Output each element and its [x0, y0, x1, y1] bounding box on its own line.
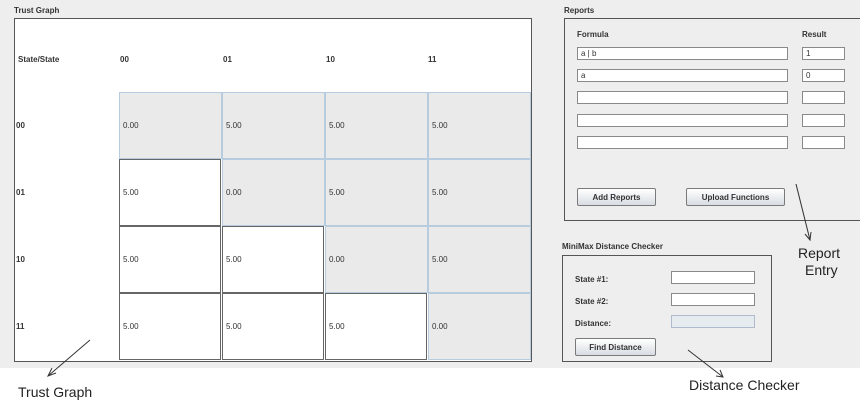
distance-checker-arrow	[687, 349, 724, 378]
report-entry-caption-line1: Report	[798, 245, 841, 261]
distance-checker-caption: Distance Checker	[689, 377, 800, 393]
annotation-arrows	[46, 183, 812, 378]
report-entry-caption-line2: Entry	[805, 262, 838, 278]
trust-graph-caption: Trust Graph	[18, 384, 93, 400]
report-entry-arrow	[795, 183, 811, 241]
trust-graph-arrow	[47, 339, 91, 377]
